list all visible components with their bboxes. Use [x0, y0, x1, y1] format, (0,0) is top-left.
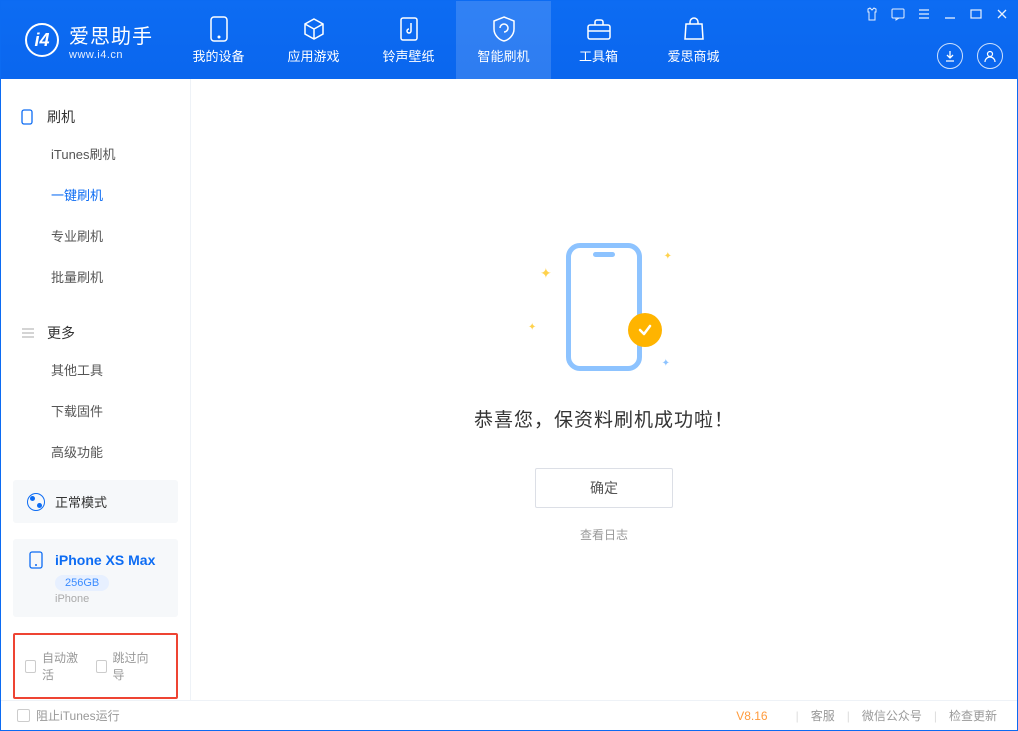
- menu-icon[interactable]: [917, 7, 931, 21]
- app-header: i4 爱思助手 www.i4.cn 我的设备 应用游戏 铃声壁纸 智能刷机 工具…: [1, 1, 1017, 79]
- phone-icon: [21, 109, 37, 125]
- phone-illustration-icon: [566, 243, 642, 371]
- mode-icon: [27, 493, 45, 511]
- success-illustration: ✦ ✦ ✦ ✦: [534, 237, 674, 377]
- tab-label: 爱思商城: [667, 46, 719, 65]
- mode-indicator[interactable]: 正常模式: [13, 480, 178, 523]
- flash-options-box: 自动激活 跳过向导: [13, 633, 178, 699]
- sidebar: 刷机 iTunes刷机 一键刷机 专业刷机 批量刷机 更多 其他工具 下载固件 …: [1, 79, 191, 700]
- logo: i4 爱思助手 www.i4.cn: [1, 20, 171, 61]
- shield-refresh-icon: [492, 16, 516, 42]
- tab-label: 应用游戏: [287, 46, 339, 65]
- sidebar-group-flash: 刷机: [1, 99, 190, 133]
- main-tabs: 我的设备 应用游戏 铃声壁纸 智能刷机 工具箱 爱思商城: [171, 1, 741, 79]
- sidebar-item-oneclick-flash[interactable]: 一键刷机: [1, 174, 190, 215]
- logo-icon: i4: [25, 23, 59, 57]
- tab-label: 智能刷机: [477, 46, 529, 65]
- feedback-icon[interactable]: [891, 7, 905, 21]
- device-name: iPhone XS Max: [55, 552, 155, 568]
- footer-link-wechat[interactable]: 微信公众号: [862, 707, 922, 724]
- skin-icon[interactable]: [865, 7, 879, 21]
- sparkle-icon: ✦: [664, 251, 672, 262]
- tab-toolbox[interactable]: 工具箱: [551, 1, 646, 79]
- app-url: www.i4.cn: [69, 49, 153, 61]
- sidebar-item-batch-flash[interactable]: 批量刷机: [1, 256, 190, 297]
- tab-store[interactable]: 爱思商城: [646, 1, 741, 79]
- footer-link-update[interactable]: 检查更新: [949, 707, 997, 724]
- sparkle-icon: ✦: [528, 322, 536, 333]
- checkbox-block-itunes[interactable]: 阻止iTunes运行: [17, 707, 120, 724]
- sidebar-item-pro-flash[interactable]: 专业刷机: [1, 215, 190, 256]
- sidebar-item-other-tools[interactable]: 其他工具: [1, 349, 190, 390]
- download-icon[interactable]: [937, 43, 963, 69]
- sidebar-item-advanced[interactable]: 高级功能: [1, 431, 190, 472]
- window-controls: [865, 7, 1009, 21]
- music-note-icon: [398, 16, 420, 42]
- device-storage-badge: 256GB: [55, 575, 109, 591]
- check-badge-icon: [628, 313, 662, 347]
- view-log-link[interactable]: 查看日志: [580, 526, 628, 543]
- mode-label: 正常模式: [55, 492, 107, 511]
- close-icon[interactable]: [995, 7, 1009, 21]
- toolbox-icon: [586, 16, 612, 42]
- footer-link-support[interactable]: 客服: [811, 707, 835, 724]
- user-icon[interactable]: [977, 43, 1003, 69]
- checkbox-skip-guide[interactable]: 跳过向导: [96, 649, 153, 683]
- sidebar-item-download-firmware[interactable]: 下载固件: [1, 390, 190, 431]
- main-content: ✦ ✦ ✦ ✦ 恭喜您，保资料刷机成功啦！ 确定 查看日志: [191, 79, 1017, 700]
- tab-my-device[interactable]: 我的设备: [171, 1, 266, 79]
- tab-apps-games[interactable]: 应用游戏: [266, 1, 361, 79]
- list-icon: [21, 327, 37, 339]
- ok-button[interactable]: 确定: [535, 468, 673, 508]
- checkbox-icon: [96, 660, 107, 673]
- device-card[interactable]: iPhone XS Max 256GB iPhone: [13, 539, 178, 617]
- checkbox-icon: [25, 660, 36, 673]
- tab-label: 我的设备: [192, 46, 244, 65]
- device-type: iPhone: [55, 593, 89, 605]
- device-icon: [210, 16, 228, 42]
- status-bar: 阻止iTunes运行 V8.16 | 客服 | 微信公众号 | 检查更新: [1, 700, 1017, 730]
- sparkle-icon: ✦: [662, 358, 670, 369]
- success-title: 恭喜您，保资料刷机成功啦！: [474, 405, 734, 432]
- tab-label: 铃声壁纸: [382, 46, 434, 65]
- shopping-bag-icon: [683, 16, 705, 42]
- cube-icon: [302, 16, 326, 42]
- maximize-icon[interactable]: [969, 7, 983, 21]
- sparkle-icon: ✦: [540, 265, 552, 282]
- checkbox-icon: [17, 709, 30, 722]
- checkbox-auto-activate[interactable]: 自动激活: [25, 649, 82, 683]
- header-right-controls: [937, 43, 1003, 69]
- sidebar-item-itunes-flash[interactable]: iTunes刷机: [1, 133, 190, 174]
- app-name: 爱思助手: [69, 20, 153, 49]
- device-phone-icon: [27, 551, 45, 569]
- tab-ringtones-wallpapers[interactable]: 铃声壁纸: [361, 1, 456, 79]
- tab-label: 工具箱: [579, 46, 618, 65]
- version-label: V8.16: [736, 709, 767, 723]
- tab-smart-flash[interactable]: 智能刷机: [456, 1, 551, 79]
- sidebar-group-more: 更多: [1, 315, 190, 349]
- minimize-icon[interactable]: [943, 7, 957, 21]
